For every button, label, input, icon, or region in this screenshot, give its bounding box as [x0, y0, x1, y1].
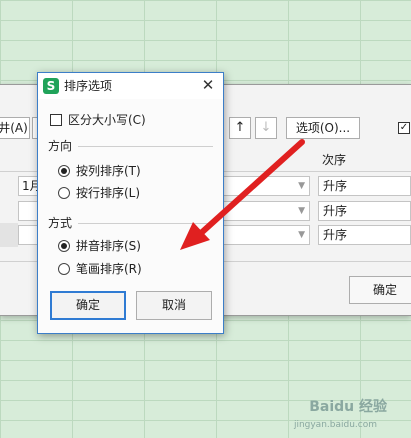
watermark-url: jingyan.baidu.com [293, 420, 377, 430]
watermark-brand: Baidu 经验 [309, 399, 387, 415]
annotation-arrow [180, 139, 305, 250]
